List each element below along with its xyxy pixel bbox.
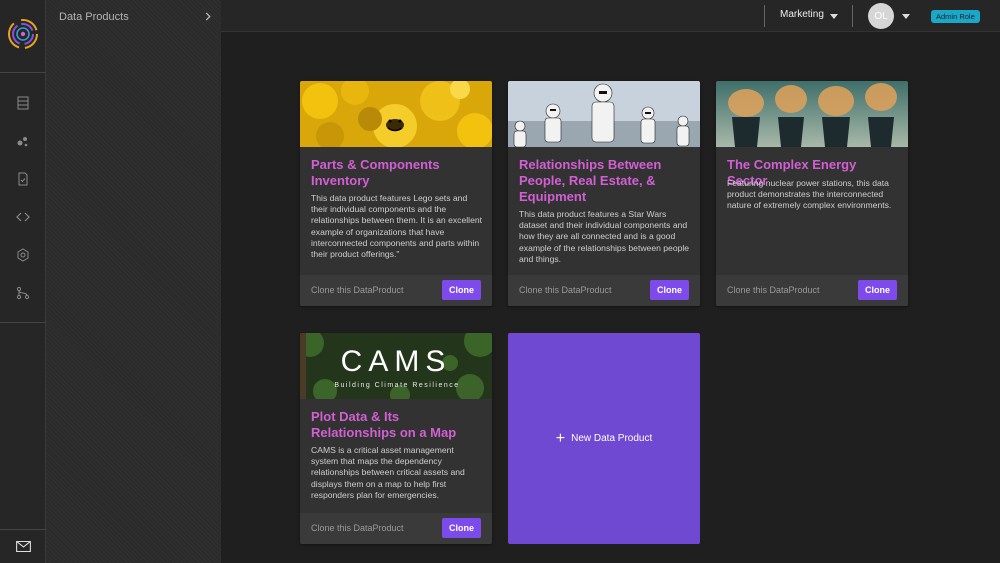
card-footer: Clone this DataProduct Clone: [508, 275, 700, 306]
cams-tagline-text: Building Climate Resilience: [334, 382, 459, 389]
user-avatar[interactable]: OL: [868, 3, 894, 29]
data-product-card: Relationships Between People, Real Estat…: [508, 81, 700, 306]
app-root: Data Products Marketing OL Admin Role Pa…: [0, 0, 1000, 563]
card-footer-text: Clone this DataProduct: [311, 523, 404, 533]
card-title[interactable]: Parts & Components Inventory: [311, 157, 482, 189]
card-footer-text: Clone this DataProduct: [311, 285, 404, 295]
card-footer-text: Clone this DataProduct: [519, 285, 612, 295]
chevron-down-icon[interactable]: [902, 14, 910, 19]
clone-button[interactable]: Clone: [857, 280, 897, 300]
card-image-cams: CAMS Building Climate Resilience: [300, 333, 492, 399]
role-badge: Admin Role: [931, 10, 980, 23]
topbar-divider: [852, 5, 853, 27]
card-footer: Clone this DataProduct Clone: [300, 513, 492, 544]
card-description: This data product features Lego sets and…: [311, 193, 483, 260]
icon-rail: [0, 0, 46, 563]
card-image-cooling-towers: [716, 81, 908, 147]
data-product-card: Parts & Components Inventory This data p…: [300, 81, 492, 306]
document-check-icon[interactable]: [13, 169, 33, 189]
app-logo-icon[interactable]: [6, 17, 40, 51]
git-branch-icon[interactable]: [13, 283, 33, 303]
new-data-product-label: New Data Product: [571, 433, 653, 444]
card-footer: Clone this DataProduct Clone: [300, 275, 492, 306]
code-icon[interactable]: [13, 207, 33, 227]
top-bar: Marketing OL Admin Role: [221, 0, 1000, 32]
avatar-initials: OL: [874, 10, 888, 22]
chevron-right-icon: [205, 12, 211, 21]
department-selector[interactable]: Marketing: [780, 9, 824, 20]
clone-button[interactable]: Clone: [441, 280, 481, 300]
secondary-sidebar: Data Products: [46, 0, 221, 563]
new-data-product-button[interactable]: + New Data Product: [508, 333, 700, 544]
card-footer: Clone this DataProduct Clone: [716, 275, 908, 306]
card-description: Featuring nuclear power stations, this d…: [727, 178, 892, 211]
rail-divider: [0, 322, 46, 323]
card-title[interactable]: Relationships Between People, Real Estat…: [519, 157, 690, 205]
data-product-card: The Complex Energy Sector Featuring nucl…: [716, 81, 908, 306]
list-icon[interactable]: [13, 93, 33, 113]
card-image-stormtroopers: [508, 81, 700, 147]
chevron-down-icon[interactable]: [830, 14, 838, 19]
clone-button[interactable]: Clone: [441, 518, 481, 538]
bubbles-icon[interactable]: [13, 131, 33, 151]
sidebar-header-data-products[interactable]: Data Products: [46, 0, 221, 34]
topbar-divider: [764, 5, 765, 27]
data-product-card: CAMS Building Climate Resilience Plot Da…: [300, 333, 492, 544]
card-description: This data product features a Star Wars d…: [519, 209, 690, 264]
cams-logo-text: CAMS: [341, 345, 452, 378]
plus-icon: +: [555, 429, 566, 447]
card-description: CAMS is a critical asset management syst…: [311, 445, 465, 500]
sidebar-header-label: Data Products: [59, 11, 129, 23]
rail-divider: [0, 72, 46, 73]
card-image-lego: [300, 81, 492, 147]
card-footer-text: Clone this DataProduct: [727, 285, 820, 295]
mail-icon[interactable]: [0, 529, 46, 563]
clone-button[interactable]: Clone: [649, 280, 689, 300]
settings-hexagon-icon[interactable]: [13, 245, 33, 265]
card-title[interactable]: Plot Data & Its Relationships on a Map: [311, 409, 482, 441]
